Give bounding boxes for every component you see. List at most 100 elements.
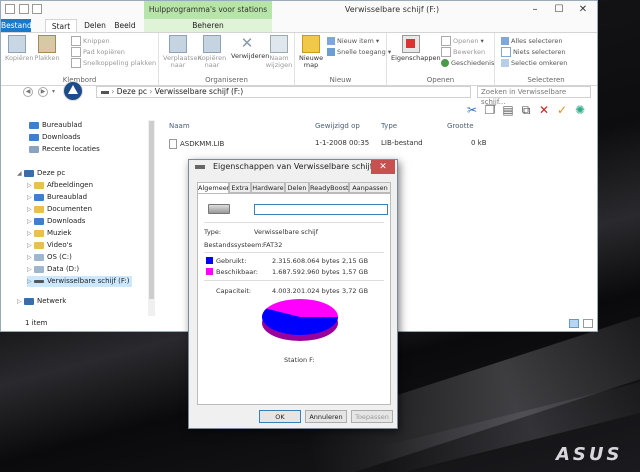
expand-icon[interactable]: ▷ — [27, 276, 34, 287]
copy-to-icon[interactable]: ⧉ — [519, 103, 533, 117]
nav-item-os-c[interactable]: ▷ OS (C:) — [27, 252, 72, 263]
paste-icon[interactable]: ▤ — [501, 103, 515, 117]
properties-qat-icon[interactable] — [19, 4, 29, 14]
select-all-button[interactable]: Alles selecteren — [501, 36, 562, 46]
minimize-button[interactable]: – — [524, 3, 546, 17]
new-folder-qat-icon[interactable] — [32, 4, 42, 14]
column-header-grootte[interactable]: Grootte — [447, 122, 474, 130]
tab-bestand[interactable]: Bestand — [1, 19, 32, 32]
forward-button[interactable]: ▶ — [38, 87, 48, 97]
dialog-close-button[interactable]: ✕ — [371, 160, 395, 174]
maximize-button[interactable]: ☐ — [548, 3, 570, 17]
tab-start[interactable]: Start — [45, 19, 77, 32]
column-header-type[interactable]: Type — [381, 122, 397, 130]
apply-button[interactable]: Toepassen — [351, 410, 393, 423]
invert-selection-button[interactable]: Selectie omkeren — [501, 58, 567, 68]
nav-item-recent[interactable]: Recente locaties — [29, 144, 100, 155]
paste-button[interactable]: Plakken — [33, 35, 61, 62]
search-input[interactable]: Zoeken in Verwisselbare schijf... — [477, 86, 591, 106]
rename-button[interactable]: Naam wijzigen — [265, 35, 293, 69]
breadcrumb-drive[interactable]: Verwisselbare schijf (F:) — [155, 87, 243, 96]
tab-delen[interactable]: Delen — [81, 19, 109, 32]
expand-icon[interactable]: ▷ — [27, 252, 34, 263]
select-none-label: Niets selecteren — [513, 48, 566, 56]
cut-button[interactable]: Knippen — [71, 36, 110, 46]
checkmark-icon[interactable]: ✓ — [555, 103, 569, 117]
recent-locations-chevron-icon[interactable]: ▾ — [52, 88, 55, 95]
drive-name-input[interactable] — [254, 204, 388, 215]
expand-icon[interactable]: ▷ — [27, 240, 34, 251]
details-view-icon[interactable] — [569, 319, 579, 328]
scissors-icon[interactable]: ✂ — [465, 103, 479, 117]
nav-item-muziek[interactable]: ▷ Muziek — [27, 228, 71, 239]
column-header-naam[interactable]: Naam — [169, 122, 190, 130]
nav-item-afbeeldingen[interactable]: ▷ Afbeeldingen — [27, 180, 93, 191]
history-button[interactable]: Geschiedenis — [441, 58, 494, 68]
nav-label: Netwerk — [37, 297, 67, 305]
tab-beheren[interactable]: Beheren — [144, 19, 272, 32]
open-button[interactable]: Openen ▾ — [441, 36, 484, 46]
nav-scrollbar-thumb[interactable] — [149, 121, 154, 299]
breadcrumb-deze-pc[interactable]: Deze pc — [117, 87, 147, 96]
nav-item-downloads-fav[interactable]: Downloads — [29, 132, 80, 143]
tab-beeld[interactable]: Beeld — [111, 19, 139, 32]
tab-readyboost[interactable]: ReadyBoost — [309, 182, 349, 193]
expand-icon[interactable]: ▷ — [27, 228, 34, 239]
copy-to-button[interactable]: Kopiëren naar — [197, 35, 227, 69]
file-size-cell: 0 kB — [471, 139, 487, 147]
cancel-button[interactable]: Annuleren — [305, 410, 347, 423]
tab-delen[interactable]: Delen — [285, 182, 309, 193]
used-size: 2,15 GB — [342, 257, 369, 265]
new-item-button[interactable]: Nieuw item ▾ — [327, 36, 379, 46]
expand-icon[interactable]: ▷ — [27, 216, 34, 227]
separator — [204, 252, 384, 253]
tab-extra[interactable]: Extra — [229, 182, 251, 193]
nav-item-downloads[interactable]: ▷ Downloads — [27, 216, 85, 227]
copy-button[interactable]: Kopiëren — [5, 35, 34, 62]
delete-icon[interactable]: ✕ — [537, 103, 551, 117]
drive-small-icon — [101, 90, 109, 94]
used-label: Gebruikt: — [216, 257, 247, 265]
nav-item-bureaublad-fav[interactable]: Bureaublad — [29, 120, 82, 131]
nav-item-deze-pc[interactable]: ◢ Deze pc — [17, 168, 65, 179]
expand-icon[interactable]: ▷ — [27, 264, 34, 275]
nav-label: Documenten — [47, 205, 93, 213]
new-folder-button[interactable]: Nieuwe map — [299, 35, 323, 69]
nav-item-videos[interactable]: ▷ Video's — [27, 240, 72, 251]
back-button[interactable]: ◀ — [23, 87, 33, 97]
expand-icon[interactable]: ▷ — [27, 204, 34, 215]
tab-hardware[interactable]: Hardware — [251, 182, 285, 193]
column-header-gewijzigd[interactable]: Gewijzigd op — [315, 122, 360, 130]
expand-icon[interactable]: ▷ — [27, 192, 34, 203]
address-field[interactable]: › Deze pc › Verwisselbare schijf (F:) — [96, 86, 471, 98]
nav-item-documenten[interactable]: ▷ Documenten — [27, 204, 92, 215]
nav-item-netwerk[interactable]: ▷ Netwerk — [17, 296, 66, 307]
tab-aanpassen[interactable]: Aanpassen — [349, 182, 391, 193]
edit-button[interactable]: Bewerken — [441, 47, 485, 57]
delete-button[interactable]: ✕ Verwijderen — [231, 35, 269, 60]
close-button[interactable]: ✕ — [572, 3, 594, 17]
nav-item-bureaublad[interactable]: ▷ Bureaublad — [27, 192, 87, 203]
color-wheel-icon[interactable]: ✺ — [573, 103, 587, 117]
large-icons-view-icon[interactable] — [583, 319, 593, 328]
nav-item-data-d[interactable]: ▷ Data (D:) — [27, 264, 79, 275]
easy-access-button[interactable]: Snelle toegang ▾ — [327, 47, 391, 57]
copy-icon[interactable]: ❐ — [483, 103, 497, 117]
file-name-cell: ASDKMM.LIB — [169, 139, 224, 149]
properties-icon — [402, 35, 420, 53]
nav-item-removable-f[interactable]: ▷ Verwisselbare schijf (F:) — [27, 276, 133, 287]
upload-avatar-icon[interactable] — [63, 81, 83, 101]
properties-button[interactable]: Eigenschappen — [391, 35, 441, 62]
collapse-icon[interactable]: ◢ — [17, 168, 24, 179]
address-bar: ◀ ▶ ▾ › Deze pc › Verwisselbare schijf (… — [1, 85, 597, 106]
select-all-label: Alles selecteren — [511, 37, 563, 45]
move-to-button[interactable]: Verplaatsen naar — [163, 35, 202, 69]
expand-icon[interactable]: ▷ — [17, 296, 24, 307]
ok-button[interactable]: OK — [259, 410, 301, 423]
expand-icon[interactable]: ▷ — [27, 180, 34, 191]
recent-icon — [29, 145, 39, 153]
paste-shortcut-button[interactable]: Snelkoppeling plakken — [71, 58, 156, 68]
app-icon[interactable] — [5, 4, 15, 14]
select-none-button[interactable]: Niets selecteren — [501, 47, 566, 57]
copy-path-button[interactable]: Pad kopiëren — [71, 47, 125, 57]
